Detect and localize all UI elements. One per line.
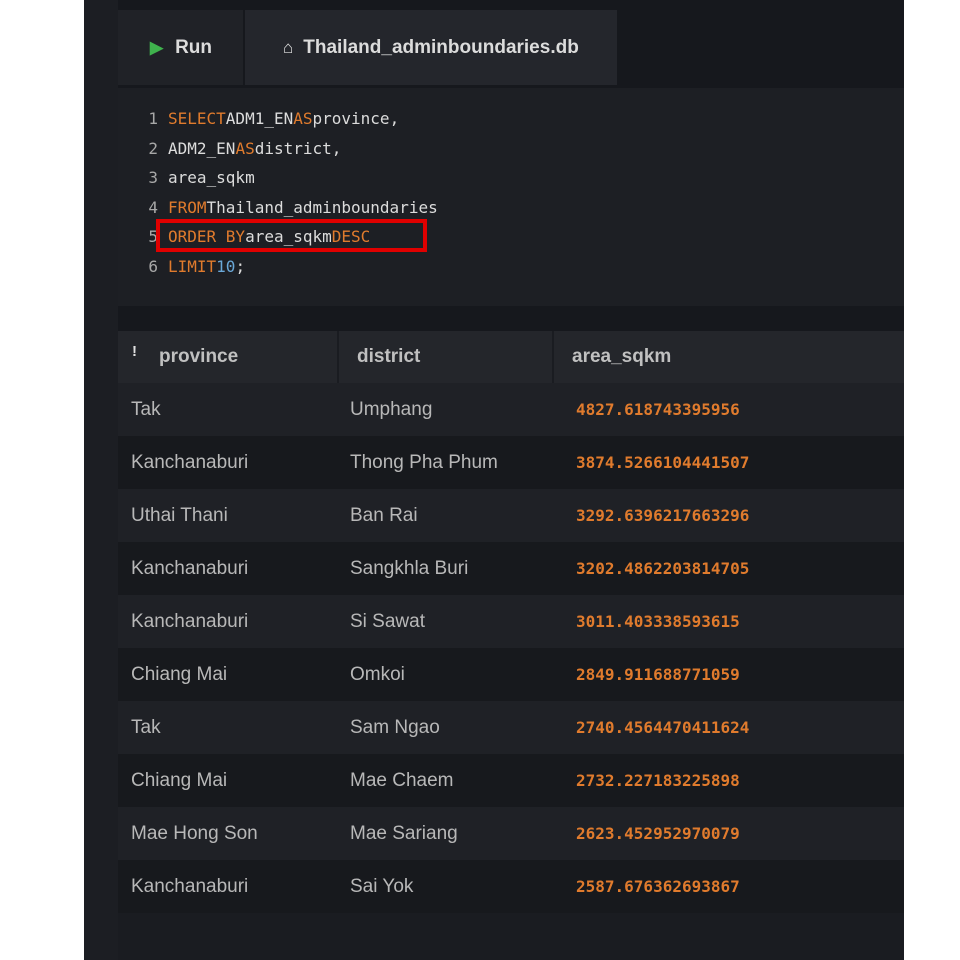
- keyword-as: AS: [293, 108, 313, 128]
- code-line-1: 1 SELECT ADM1_EN AS province,: [118, 103, 399, 133]
- limit-value: 10: [216, 256, 236, 276]
- table-row[interactable]: Kanchanaburi Sai Yok 2587.676362693867: [118, 860, 904, 913]
- code-line-2: 2 ADM2_EN AS district,: [118, 133, 341, 163]
- cell-province: Chiang Mai: [131, 663, 228, 685]
- run-label: Run: [175, 36, 213, 58]
- cell-area: 2623.452952970079: [576, 824, 740, 843]
- home-icon: ⌂: [283, 37, 294, 57]
- table-header: ! province district area_sqkm: [118, 331, 904, 383]
- line-number: 6: [148, 256, 158, 276]
- keyword-select: SELECT: [168, 108, 226, 128]
- cell-area: 3292.6396217663296: [576, 506, 750, 525]
- alias-district: district,: [254, 138, 342, 158]
- cell-area: 3011.403338593615: [576, 612, 740, 631]
- alias-province: province,: [312, 108, 400, 128]
- cell-province: Kanchanaburi: [131, 557, 249, 579]
- code-line-6: 6 LIMIT 10;: [118, 251, 245, 281]
- cell-district: Umphang: [350, 398, 433, 420]
- result-table: ! province district area_sqkm Tak Umphan…: [118, 331, 904, 960]
- cell-province: Kanchanaburi: [131, 875, 249, 897]
- cell-area: 2732.227183225898: [576, 771, 740, 790]
- column-adm1: ADM1_EN: [225, 108, 294, 128]
- cell-district: Sangkhla Buri: [350, 557, 469, 579]
- cell-district: Mae Chaem: [350, 769, 454, 791]
- cell-district: Thong Pha Phum: [350, 451, 498, 473]
- column-header-district[interactable]: district: [339, 331, 552, 383]
- table-name: Thailand_adminboundaries: [206, 197, 438, 217]
- play-icon: ▶: [150, 37, 164, 57]
- cell-province: Mae Hong Son: [131, 822, 258, 844]
- cell-area: 2740.4564470411624: [576, 718, 750, 737]
- cell-district: Omkoi: [350, 663, 405, 685]
- header-label: province: [159, 346, 239, 367]
- table-row[interactable]: Tak Umphang 4827.618743395956: [118, 383, 904, 436]
- sql-workspace: ▶ Run ⌂ Thailand_adminboundaries.db 1 SEL…: [84, 0, 904, 960]
- cell-district: Sai Yok: [350, 875, 414, 897]
- line-number: 4: [148, 197, 158, 217]
- line-number: 1: [148, 108, 158, 128]
- cell-province: Kanchanaburi: [131, 451, 249, 473]
- column-header-province[interactable]: ! province: [118, 331, 337, 383]
- statement-terminator: ;: [235, 256, 246, 276]
- line-number: 3: [148, 167, 158, 187]
- cell-province: Chiang Mai: [131, 769, 228, 791]
- sql-editor[interactable]: 1 SELECT ADM1_EN AS province, 2 ADM2_EN A…: [118, 88, 904, 306]
- code-line-4: 4 FROM Thailand_adminboundaries: [118, 192, 438, 222]
- cell-province: Tak: [131, 716, 161, 738]
- table-row[interactable]: Kanchanaburi Thong Pha Phum 3874.5266104…: [118, 436, 904, 489]
- keyword-from: FROM: [168, 197, 207, 217]
- sort-icon[interactable]: !: [132, 343, 137, 360]
- table-row[interactable]: Kanchanaburi Si Sawat 3011.403338593615: [118, 595, 904, 648]
- cell-area: 3202.4862203814705: [576, 559, 750, 578]
- header-label: area_sqkm: [572, 346, 672, 367]
- tab-database[interactable]: ⌂ Thailand_adminboundaries.db: [245, 10, 617, 85]
- toolbar: ▶ Run ⌂ Thailand_adminboundaries.db: [118, 10, 904, 85]
- cell-district: Mae Sariang: [350, 822, 458, 844]
- left-sidebar-strip: [84, 0, 118, 960]
- run-button[interactable]: ▶ Run: [118, 10, 243, 85]
- highlight-box: [156, 219, 427, 252]
- table-row[interactable]: Tak Sam Ngao 2740.4564470411624: [118, 701, 904, 754]
- table-row[interactable]: Mae Hong Son Mae Sariang 2623.4529529700…: [118, 807, 904, 860]
- line-number: 2: [148, 138, 158, 158]
- cell-province: Kanchanaburi: [131, 610, 249, 632]
- db-tab-label: Thailand_adminboundaries.db: [303, 36, 579, 58]
- cell-province: Uthai Thani: [131, 504, 228, 526]
- cell-area: 3874.5266104441507: [576, 453, 750, 472]
- cell-area: 2849.911688771059: [576, 665, 740, 684]
- column-header-area-sqkm[interactable]: area_sqkm: [554, 331, 904, 383]
- cell-district: Sam Ngao: [350, 716, 440, 738]
- table-row[interactable]: Kanchanaburi Sangkhla Buri 3202.48622038…: [118, 542, 904, 595]
- cell-area: 4827.618743395956: [576, 400, 740, 419]
- cell-district: Si Sawat: [350, 610, 425, 632]
- column-area: area_sqkm: [168, 167, 255, 187]
- code-line-3: 3 area_sqkm: [118, 162, 255, 192]
- cell-district: Ban Rai: [350, 504, 418, 526]
- cell-province: Tak: [131, 398, 161, 420]
- header-label: district: [357, 346, 421, 367]
- keyword-as: AS: [235, 138, 255, 158]
- table-row[interactable]: Chiang Mai Mae Chaem 2732.227183225898: [118, 754, 904, 807]
- keyword-limit: LIMIT: [168, 256, 217, 276]
- table-row[interactable]: Chiang Mai Omkoi 2849.911688771059: [118, 648, 904, 701]
- column-adm2: ADM2_EN: [168, 138, 236, 158]
- table-row[interactable]: Uthai Thani Ban Rai 3292.6396217663296: [118, 489, 904, 542]
- cell-area: 2587.676362693867: [576, 877, 740, 896]
